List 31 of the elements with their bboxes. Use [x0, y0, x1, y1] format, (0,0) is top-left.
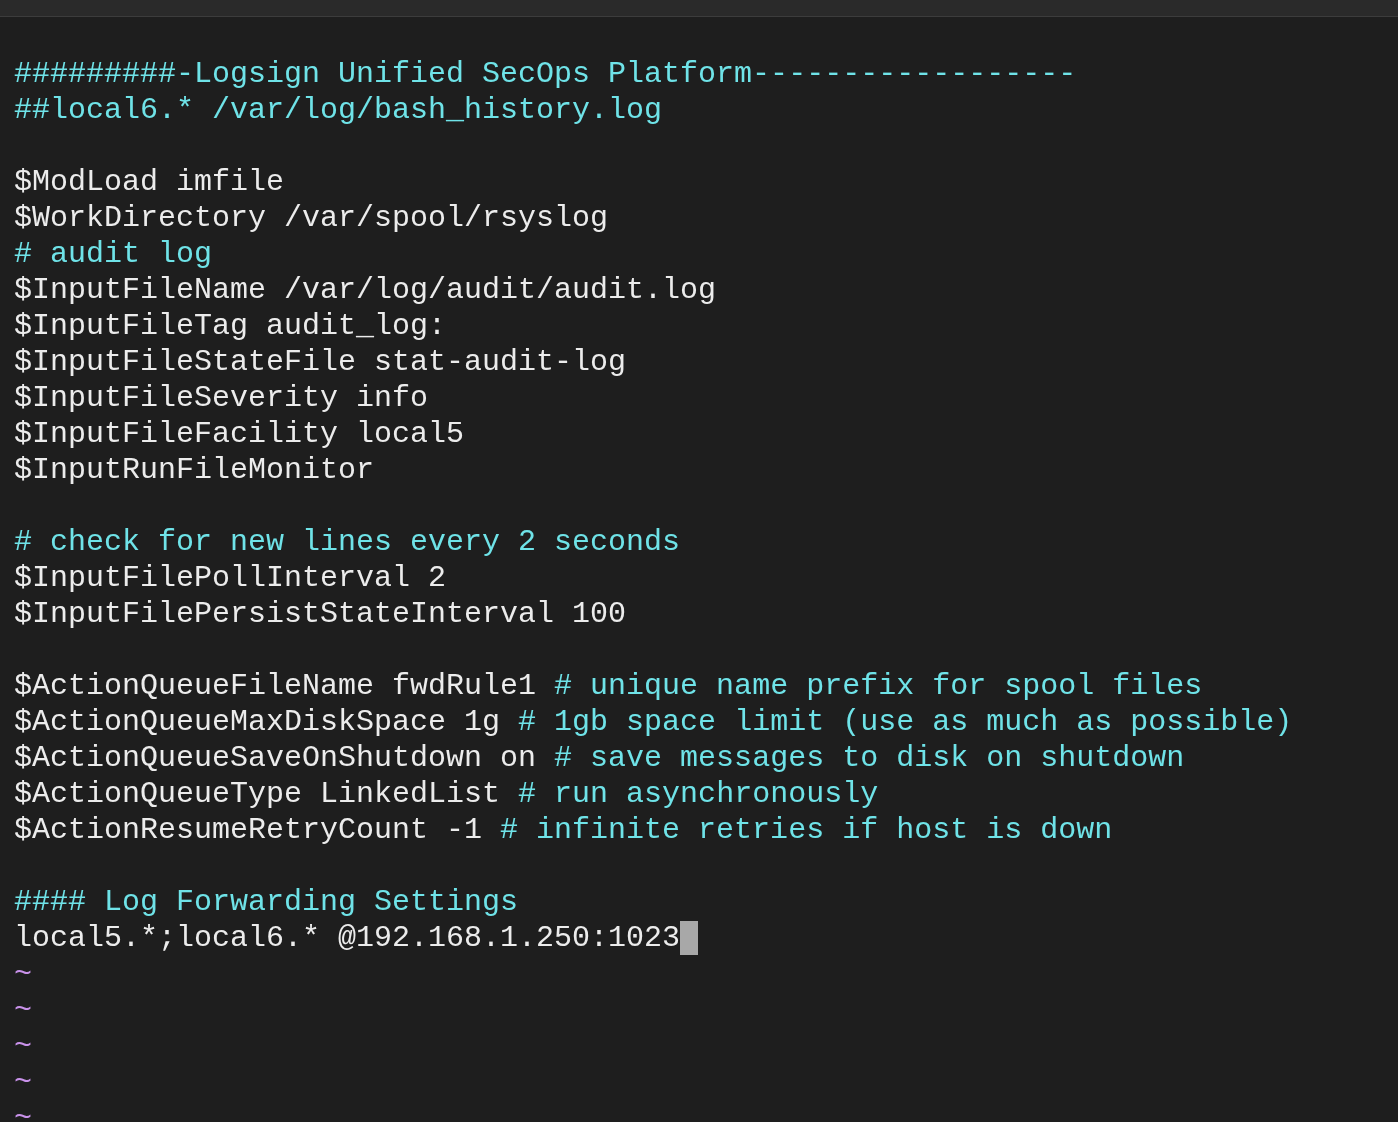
comment-text: #### Log Forwarding Settings	[14, 884, 519, 920]
code-text: $InputFileName /var/log/audit/audit.log	[14, 272, 717, 308]
code-text: $InputFileTag audit_log:	[14, 308, 447, 344]
code-text: $ActionQueueMaxDiskSpace 1g	[14, 704, 501, 740]
code-text: $InputFileSeverity info	[14, 380, 429, 416]
code-text: $ActionResumeRetryCount -1	[14, 812, 483, 848]
empty-line-marker: ~	[14, 1028, 32, 1064]
comment-text: # save messages to disk on shutdown	[554, 740, 1185, 776]
empty-line-marker: ~	[14, 1100, 32, 1122]
empty-line-marker: ~	[14, 956, 32, 992]
empty-line-marker: ~	[14, 1064, 32, 1100]
code-text: $InputFileFacility local5	[14, 416, 465, 452]
comment-text: # 1gb space limit (use as much as possible)	[518, 704, 1293, 740]
code-text: local5.*;local6.* @192.168.1.250:1023	[14, 920, 681, 956]
code-text: $InputRunFileMonitor	[14, 452, 375, 488]
comment-text: # check for new lines every 2 seconds	[14, 524, 681, 560]
code-text: $InputFileStateFile stat-audit-log	[14, 344, 627, 380]
comment-text: # audit log	[14, 236, 213, 272]
comment-text: # infinite retries if host is down	[500, 812, 1113, 848]
code-text: $WorkDirectory /var/spool/rsyslog	[14, 200, 609, 236]
code-text: $InputFilePersistStateInterval 100	[14, 596, 627, 632]
code-text: $ModLoad imfile	[14, 164, 285, 200]
code-text: $ActionQueueFileName fwdRule1	[14, 668, 537, 704]
code-text: $InputFilePollInterval 2	[14, 560, 447, 596]
comment-text: ##local6.* /var/log/bash_history.log	[14, 92, 663, 128]
empty-line-marker: ~	[14, 992, 32, 1028]
code-text: $ActionQueueType LinkedList	[14, 776, 501, 812]
code-text: $ActionQueueSaveOnShutdown on	[14, 740, 537, 776]
comment-text: # unique name prefix for spool files	[554, 668, 1203, 704]
comment-text: # run asynchronously	[518, 776, 879, 812]
comment-text: #########-Logsign Unified SecOps Platform------------------	[14, 56, 1077, 92]
